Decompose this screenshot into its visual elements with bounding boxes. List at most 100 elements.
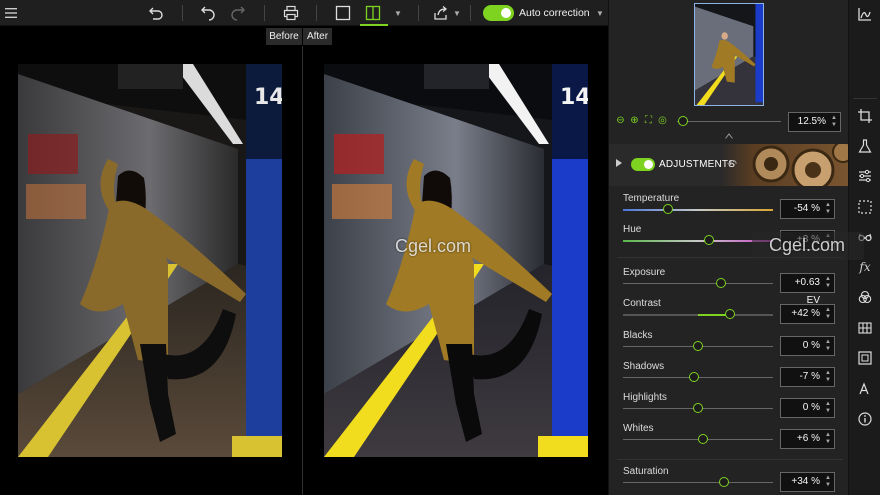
slider-value-field[interactable]: 0 % ▲ ▼ <box>780 336 835 356</box>
histogram-icon[interactable] <box>857 6 873 22</box>
spinner-icon[interactable]: ▲▼ <box>825 339 831 353</box>
slider-value-field[interactable]: +0.63 EV ▲ ▼ <box>780 273 835 306</box>
auto-correction-toggle[interactable] <box>483 5 514 21</box>
spinner-icon[interactable]: ▲▼ <box>825 475 831 489</box>
zoom-value: 12.5% <box>797 116 826 127</box>
crop-icon[interactable] <box>857 108 873 124</box>
export-icon[interactable] <box>431 3 451 23</box>
before-tab[interactable]: Before <box>266 28 302 45</box>
slider-label: Highlights <box>623 392 667 403</box>
slider-track[interactable] <box>623 240 773 242</box>
expand-caret-icon[interactable] <box>616 159 622 167</box>
slider-thumb[interactable] <box>724 309 735 319</box>
toolbar-separator <box>418 5 419 21</box>
slider-label: Exposure <box>623 267 666 278</box>
slider-thumb[interactable] <box>693 341 703 351</box>
sliders-icon[interactable] <box>857 168 873 184</box>
fx-icon[interactable]: fx <box>857 259 873 275</box>
print-icon[interactable] <box>281 3 301 23</box>
single-view-icon[interactable] <box>333 3 353 23</box>
slider-row-temperature: Temperature -54 % ▲ ▼ <box>609 193 849 224</box>
slider-value-field[interactable]: -54 % ▲ ▼ <box>780 199 835 219</box>
frame-icon[interactable] <box>857 350 873 366</box>
svg-text:14: 14 <box>560 85 588 110</box>
spinner-icon[interactable]: ▲▼ <box>825 276 831 290</box>
redo-icon[interactable] <box>228 3 248 23</box>
slider-label: Whites <box>623 423 654 434</box>
chevron-down-icon[interactable]: ▼ <box>453 9 461 18</box>
compare-divider[interactable] <box>302 46 303 495</box>
slider-row-highlights: Highlights 0 % ▲ ▼ <box>609 392 849 423</box>
collapse-navigator-icon[interactable] <box>725 133 733 139</box>
zoom-slider-thumb[interactable] <box>678 116 689 126</box>
text-icon[interactable] <box>857 381 873 397</box>
undo-icon[interactable] <box>198 3 218 23</box>
slider-track[interactable] <box>623 283 773 284</box>
slider-row-whites: Whites +6 % ▲ ▼ <box>609 423 849 454</box>
actual-size-icon[interactable]: ◎ <box>657 115 668 126</box>
grid-icon[interactable] <box>857 320 873 336</box>
slider-thumb[interactable] <box>718 477 729 487</box>
slider-label: Hue <box>623 224 642 235</box>
slider-thumb[interactable] <box>715 278 726 288</box>
zoom-out-icon[interactable]: ⊖ <box>615 115 626 126</box>
slider-track[interactable] <box>623 482 773 483</box>
spinner-icon[interactable]: ▲▼ <box>825 202 831 216</box>
slider-thumb[interactable] <box>697 434 708 444</box>
spinner-icon[interactable]: ▲▼ <box>825 432 831 446</box>
slider-row-shadows: Shadows -7 % ▲ ▼ <box>609 361 849 392</box>
slider-label: Blacks <box>623 330 653 341</box>
adjustments-header[interactable]: ADJUSTMENTS ↶ <box>609 144 849 186</box>
spinner-icon[interactable]: ▲▼ <box>825 401 831 415</box>
chevron-down-icon[interactable]: ▼ <box>596 9 604 18</box>
slider-value: -54 % <box>793 203 820 214</box>
zoom-slider[interactable] <box>677 121 781 122</box>
adjustments-toggle[interactable] <box>631 158 655 171</box>
slider-value: +6 % <box>796 433 820 444</box>
selection-icon[interactable] <box>857 199 873 215</box>
toolbar-separator <box>182 5 183 21</box>
toolbar-separator <box>470 5 471 21</box>
spinner-icon[interactable]: ▲▼ <box>825 370 831 384</box>
split-view-icon[interactable] <box>363 3 383 23</box>
toolbar-separator <box>316 5 317 21</box>
slider-label: Shadows <box>623 361 665 372</box>
slider-track[interactable] <box>623 314 773 316</box>
zoom-value-field[interactable]: 12.5% ▲ ▼ <box>788 112 841 132</box>
adjustments-title: ADJUSTMENTS <box>659 159 736 170</box>
spinner-icon[interactable]: ▲▼ <box>825 307 831 321</box>
spinner-icon[interactable]: ▲▼ <box>831 115 837 129</box>
slider-thumb[interactable] <box>693 403 703 413</box>
slider-value-field[interactable]: 0 % ▲ ▼ <box>780 398 835 418</box>
reset-icon[interactable]: ↶ <box>727 157 737 171</box>
zoom-in-icon[interactable]: ⊕ <box>629 115 640 126</box>
before-photo: 14 <box>18 64 282 457</box>
fit-screen-icon[interactable]: ⛶ <box>643 115 654 126</box>
auto-correction-label: Auto correction <box>519 7 590 19</box>
undo-all-icon[interactable] <box>146 3 166 23</box>
slider-thumb[interactable] <box>703 235 714 245</box>
info-icon[interactable] <box>857 411 873 427</box>
menu-icon[interactable] <box>1 3 21 23</box>
slider-label: Saturation <box>623 466 669 477</box>
slider-value-field[interactable]: +42 % ▲ ▼ <box>780 304 835 324</box>
slider-value-field[interactable]: -7 % ▲ ▼ <box>780 367 835 387</box>
slider-thumb[interactable] <box>688 372 699 382</box>
slider-value: +34 % <box>791 476 820 487</box>
after-tab[interactable]: After <box>303 28 332 45</box>
watermark-text: Cgel.com <box>395 236 472 256</box>
slider-row-blacks: Blacks 0 % ▲ ▼ <box>609 330 849 361</box>
slider-row-saturation: Saturation +34 % ▲ ▼ <box>609 466 849 495</box>
slider-thumb[interactable] <box>663 204 673 214</box>
slider-track[interactable] <box>623 209 773 211</box>
main-toolbar: ▼ ▼ Auto correction ▼ <box>0 0 608 26</box>
slider-value-field[interactable]: +6 % ▲ ▼ <box>780 429 835 449</box>
color-circles-icon[interactable] <box>857 289 873 305</box>
slider-row-contrast: Contrast +42 % ▲ ▼ <box>609 298 849 329</box>
slider-value-field[interactable]: +34 % ▲ ▼ <box>780 472 835 492</box>
slider-group-separator <box>617 459 843 460</box>
flask-icon[interactable] <box>857 138 873 154</box>
navigator-thumbnail[interactable] <box>694 3 764 106</box>
gears-banner <box>721 144 849 186</box>
chevron-down-icon[interactable]: ▼ <box>394 9 402 18</box>
